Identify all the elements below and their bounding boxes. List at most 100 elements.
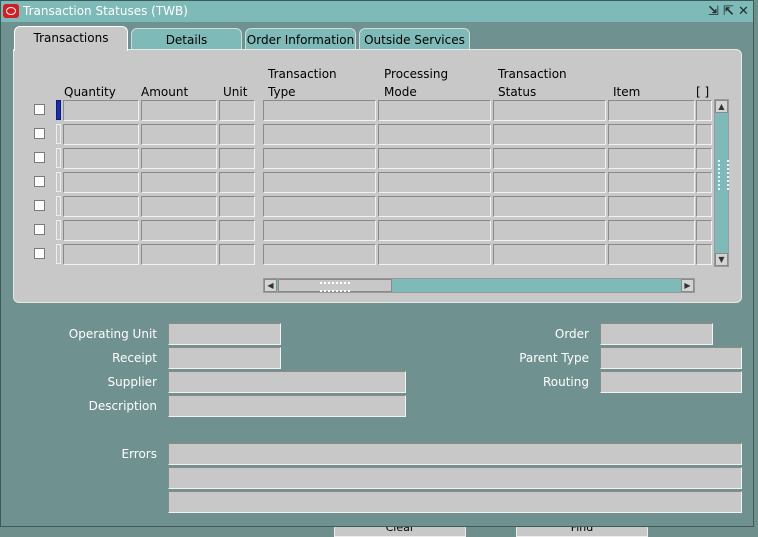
transaction-status-field[interactable] bbox=[493, 148, 606, 169]
amount-field[interactable] bbox=[141, 100, 217, 121]
maximize-icon[interactable]: ⇱ bbox=[721, 1, 736, 22]
transaction-type-field[interactable] bbox=[263, 196, 376, 217]
item-field[interactable] bbox=[608, 124, 695, 145]
processing-mode-field[interactable] bbox=[378, 172, 491, 193]
description-field[interactable] bbox=[168, 395, 406, 417]
quantity-field[interactable] bbox=[63, 124, 139, 145]
order-field[interactable] bbox=[600, 323, 713, 345]
item-field[interactable] bbox=[608, 172, 695, 193]
scroll-down-icon[interactable]: ▼ bbox=[715, 253, 728, 266]
transaction-type-field[interactable] bbox=[263, 220, 376, 241]
tab-outside-services[interactable]: Outside Services bbox=[359, 28, 470, 50]
folder-field[interactable] bbox=[696, 124, 712, 145]
quantity-field[interactable] bbox=[63, 100, 139, 121]
scroll-right-icon[interactable]: ▶ bbox=[681, 279, 694, 292]
item-field[interactable] bbox=[608, 220, 695, 241]
scroll-grip-icon[interactable] bbox=[718, 160, 729, 190]
row-indicator[interactable] bbox=[56, 244, 61, 264]
row-select-checkbox[interactable] bbox=[34, 248, 45, 259]
quantity-field[interactable] bbox=[63, 196, 139, 217]
row-indicator[interactable] bbox=[56, 124, 61, 144]
amount-field[interactable] bbox=[141, 244, 217, 265]
transaction-type-field[interactable] bbox=[263, 244, 376, 265]
row-select-checkbox[interactable] bbox=[34, 128, 45, 139]
col-header-amount: Amount bbox=[141, 85, 189, 99]
amount-field[interactable] bbox=[141, 220, 217, 241]
horizontal-scrollbar[interactable]: ◀ ▶ bbox=[263, 278, 695, 293]
folder-field[interactable] bbox=[696, 220, 712, 241]
folder-icon[interactable]: [ ] bbox=[696, 83, 709, 101]
row-indicator[interactable] bbox=[56, 196, 61, 216]
tab-details[interactable]: Details bbox=[131, 28, 242, 50]
scroll-thumb[interactable] bbox=[278, 279, 392, 292]
supplier-field[interactable] bbox=[168, 371, 406, 393]
row-select-checkbox[interactable] bbox=[34, 176, 45, 187]
col-header-transaction-status: Transaction Status bbox=[498, 67, 567, 99]
transaction-status-field[interactable] bbox=[493, 172, 606, 193]
processing-mode-field[interactable] bbox=[378, 124, 491, 145]
vertical-scrollbar[interactable]: ▲ ▼ bbox=[714, 99, 729, 267]
amount-field[interactable] bbox=[141, 172, 217, 193]
processing-mode-field[interactable] bbox=[378, 220, 491, 241]
folder-field[interactable] bbox=[696, 148, 712, 169]
folder-field[interactable] bbox=[696, 244, 712, 265]
tab-transactions[interactable]: Transactions bbox=[14, 26, 128, 51]
transaction-type-field[interactable] bbox=[263, 172, 376, 193]
transaction-status-field[interactable] bbox=[493, 124, 606, 145]
tab-order-information[interactable]: Order Information bbox=[245, 28, 356, 50]
operating-unit-field[interactable] bbox=[168, 323, 281, 345]
row-select-checkbox[interactable] bbox=[34, 200, 45, 211]
unit-field[interactable] bbox=[219, 100, 255, 121]
transaction-status-field[interactable] bbox=[493, 244, 606, 265]
unit-field[interactable] bbox=[219, 172, 255, 193]
quantity-field[interactable] bbox=[63, 172, 139, 193]
folder-field[interactable] bbox=[696, 100, 712, 121]
folder-field[interactable] bbox=[696, 172, 712, 193]
transaction-type-field[interactable] bbox=[263, 124, 376, 145]
errors-field-2[interactable] bbox=[168, 467, 742, 489]
processing-mode-field[interactable] bbox=[378, 244, 491, 265]
processing-mode-field[interactable] bbox=[378, 196, 491, 217]
unit-field[interactable] bbox=[219, 220, 255, 241]
item-field[interactable] bbox=[608, 100, 695, 121]
amount-field[interactable] bbox=[141, 148, 217, 169]
processing-mode-field[interactable] bbox=[378, 100, 491, 121]
item-field[interactable] bbox=[608, 148, 695, 169]
minimize-icon[interactable]: ⇲ bbox=[706, 1, 721, 22]
processing-mode-field[interactable] bbox=[378, 148, 491, 169]
errors-field-3[interactable] bbox=[168, 491, 742, 513]
unit-field[interactable] bbox=[219, 148, 255, 169]
unit-field[interactable] bbox=[219, 244, 255, 265]
routing-label: Routing bbox=[542, 375, 589, 389]
row-select-checkbox[interactable] bbox=[34, 104, 45, 115]
scroll-left-icon[interactable]: ◀ bbox=[264, 279, 277, 292]
amount-field[interactable] bbox=[141, 196, 217, 217]
transaction-type-field[interactable] bbox=[263, 148, 376, 169]
row-indicator[interactable] bbox=[56, 148, 61, 168]
unit-field[interactable] bbox=[219, 124, 255, 145]
col-header-transaction-type: Transaction Type bbox=[268, 67, 337, 99]
errors-field-1[interactable] bbox=[168, 443, 742, 465]
row-select-checkbox[interactable] bbox=[34, 152, 45, 163]
row-indicator[interactable] bbox=[56, 220, 61, 240]
amount-field[interactable] bbox=[141, 124, 217, 145]
unit-field[interactable] bbox=[219, 196, 255, 217]
close-icon[interactable]: ✕ bbox=[736, 1, 751, 22]
quantity-field[interactable] bbox=[63, 244, 139, 265]
item-field[interactable] bbox=[608, 196, 695, 217]
routing-field[interactable] bbox=[600, 371, 742, 393]
item-field[interactable] bbox=[608, 244, 695, 265]
row-select-checkbox[interactable] bbox=[34, 224, 45, 235]
transaction-type-field[interactable] bbox=[263, 100, 376, 121]
folder-field[interactable] bbox=[696, 196, 712, 217]
scroll-up-icon[interactable]: ▲ bbox=[715, 100, 728, 113]
transaction-status-field[interactable] bbox=[493, 220, 606, 241]
transaction-status-field[interactable] bbox=[493, 100, 606, 121]
row-indicator[interactable] bbox=[56, 172, 61, 192]
quantity-field[interactable] bbox=[63, 220, 139, 241]
receipt-field[interactable] bbox=[168, 347, 281, 369]
transaction-status-field[interactable] bbox=[493, 196, 606, 217]
quantity-field[interactable] bbox=[63, 148, 139, 169]
row-current-indicator[interactable] bbox=[56, 100, 61, 120]
parent-type-field[interactable] bbox=[600, 347, 742, 369]
